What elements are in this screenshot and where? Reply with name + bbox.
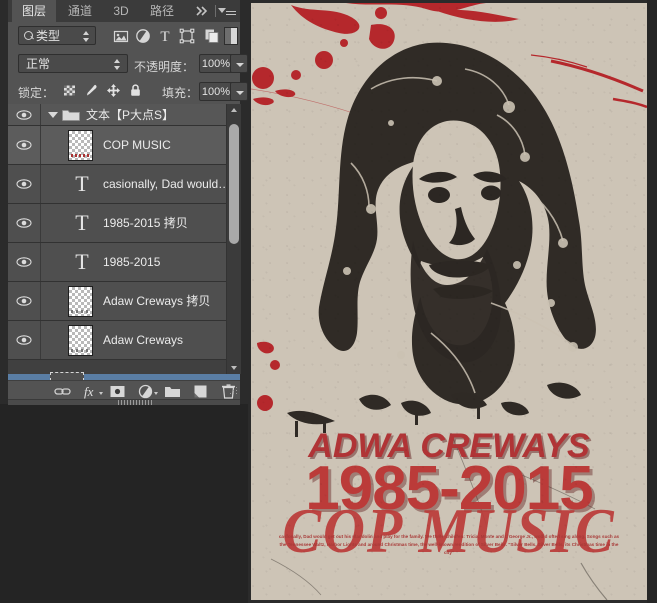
layer-visibility-toggle[interactable] [8,126,41,164]
layer-list[interactable]: 文本【P大点S】 COP MUSIC T casionally, Dad wou… [8,104,240,374]
document-canvas[interactable]: ADWA CREWAYS 1985-2015 COP MUSIC casiona… [248,0,657,603]
layer-name: 1985-2015 [103,254,160,270]
blend-mode-value: 正常 [26,56,50,73]
layer-style-button[interactable]: fx [82,384,99,399]
filter-kind-label: 类型 [36,28,60,45]
fill-label: 填充： [162,84,198,101]
blend-mode-select[interactable]: 正常 [18,54,128,73]
filter-enable-toggle[interactable] [224,27,238,45]
search-icon [24,31,33,40]
layer-thumbnail [68,325,93,356]
lock-transparent-pixels-icon[interactable] [62,83,77,98]
folder-icon [62,108,80,127]
layers-panel-footer: fx [8,380,240,401]
layer-row-1985-2015-copy[interactable]: T 1985-2015 拷贝 [8,204,226,243]
layer-list-scrollbar[interactable] [226,104,241,374]
fill-value: 100% [200,84,232,100]
layer-row-cop-music[interactable]: COP MUSIC [8,126,226,165]
text-layer-icon: T [70,212,94,234]
tab-paths-label: 路径 [150,4,174,18]
layer-visibility-toggle[interactable] [8,321,41,359]
opacity-label: 不透明度： [134,58,194,75]
svg-text:T: T [160,29,169,44]
layer-style-caret-icon[interactable] [99,392,103,395]
link-layers-button[interactable] [54,384,71,399]
layers-panel: 图层 通道 3D 路径 类型 [0,0,248,404]
scroll-down-arrow[interactable] [227,362,241,374]
layer-name: COP MUSIC [103,137,171,153]
lock-label: 锁定： [18,84,54,101]
opacity-dropdown-button[interactable] [230,54,248,73]
canvas-right-margin [647,0,657,603]
layer-mask-button[interactable] [109,384,126,399]
layer-name: Adaw Creways [103,332,183,348]
panel-resize-grip[interactable] [230,387,238,395]
tab-layers-label: 图层 [22,4,46,18]
filter-type-icon[interactable]: T [157,28,173,44]
lock-image-pixels-icon[interactable] [84,83,99,98]
poster-blurb: casionally, Dad would get out his mandol… [275,533,623,558]
blend-mode-row: 正常 不透明度： 100% [8,50,240,78]
scroll-up-arrow[interactable] [227,104,241,116]
text-layer-icon: T [70,173,94,195]
lock-all-icon[interactable] [128,83,143,98]
layer-name-group: 文本【P大点S】 [86,106,174,124]
tab-channels[interactable]: 通道 [58,0,102,22]
filter-kind-select[interactable]: 类型 [18,26,96,45]
blend-mode-stepper[interactable] [114,59,121,70]
double-chevron-right-icon[interactable] [194,3,210,19]
filter-smartobject-icon[interactable] [204,28,220,44]
layer-filter-row: 类型 T [8,22,240,51]
svg-text:fx: fx [84,384,94,399]
layer-thumbnail [68,286,93,317]
tab-paths[interactable]: 路径 [140,0,184,22]
panel-menu-icon[interactable] [218,4,236,18]
new-group-button[interactable] [164,384,181,399]
lock-position-icon[interactable] [106,83,121,98]
tab-channels-label: 通道 [68,4,92,18]
panel-left-edge [0,0,8,404]
adjustment-layer-caret-icon[interactable] [154,392,158,395]
fill-dropdown-button[interactable] [230,82,248,101]
layer-name: Adaw Creways 拷贝 [103,293,210,309]
filter-adjustment-icon[interactable] [135,28,151,44]
layer-visibility-toggle[interactable] [8,165,41,203]
layer-name: casionally, Dad would… [103,176,230,192]
opacity-field[interactable]: 100% [199,54,233,73]
filter-kind-stepper[interactable] [83,31,90,42]
layer-name: 1985-2015 拷贝 [103,215,188,231]
layer-row-group[interactable]: 文本【P大点S】 [8,104,226,126]
layer-row-adaw-creways[interactable]: Adaw Creways [8,321,226,360]
scroll-grip-ribs [118,400,152,405]
poster-artwork[interactable]: ADWA CREWAYS 1985-2015 COP MUSIC casiona… [251,3,647,600]
layer-thumbnail [68,130,93,161]
chevron-down-icon[interactable] [48,112,58,118]
adjustment-layer-button[interactable] [137,384,154,399]
tab-divider [215,5,216,17]
tab-3d-label: 3D [113,4,128,18]
panel-tab-strip: 图层 通道 3D 路径 [8,0,240,23]
layer-visibility-toggle[interactable] [8,104,41,125]
lock-row: 锁定： 填充： 100% [8,78,240,105]
layer-row-casionally[interactable]: T casionally, Dad would… [8,165,226,204]
tab-3d[interactable]: 3D [104,0,138,22]
opacity-value: 100% [200,56,232,72]
photoshop-window: 图层 通道 3D 路径 类型 [0,0,657,603]
filter-shape-icon[interactable] [179,28,195,44]
layer-row-1985-2015[interactable]: T 1985-2015 [8,243,226,282]
text-layer-icon: T [70,251,94,273]
layer-visibility-toggle[interactable] [8,243,41,281]
new-layer-button[interactable] [192,384,209,399]
scrollbar-thumb[interactable] [229,124,239,244]
tab-layers[interactable]: 图层 [12,0,56,22]
layer-row-adaw-creways-copy[interactable]: Adaw Creways 拷贝 [8,282,226,321]
filter-pixel-icon[interactable] [113,28,129,44]
fill-field[interactable]: 100% [199,82,233,101]
layer-visibility-toggle[interactable] [8,204,41,242]
layer-visibility-toggle[interactable] [8,282,41,320]
panel-horizontal-scrollbar[interactable] [8,399,240,405]
